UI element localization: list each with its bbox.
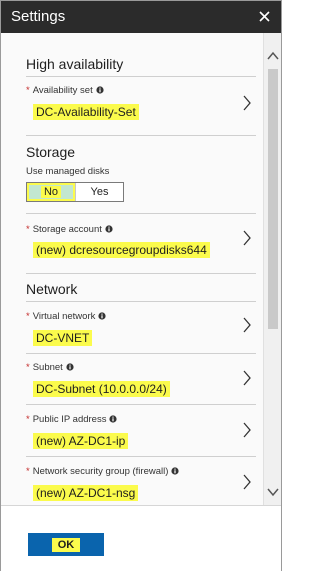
required-marker: * — [26, 311, 30, 322]
info-icon — [109, 415, 118, 426]
virtual-network-field[interactable]: * Virtual network DC-VNET — [26, 311, 258, 353]
nsg-label: * Network security group (firewall) — [26, 466, 179, 478]
chevron-right-icon — [243, 95, 251, 111]
chevron-right-icon — [243, 370, 251, 386]
required-marker: * — [26, 414, 30, 425]
public-ip-label: * Public IP address — [26, 414, 118, 426]
managed-disks-label: Use managed disks — [26, 166, 110, 177]
ok-button[interactable]: OK — [28, 533, 104, 556]
section-title-network: Network — [26, 281, 78, 297]
blade-footer: OK — [1, 505, 281, 571]
close-button[interactable] — [255, 6, 273, 26]
subnet-field[interactable]: * Subnet DC-Subnet (10.0.0.0/24) — [26, 362, 258, 404]
managed-disks-no-option[interactable]: No — [27, 183, 75, 201]
subnet-value: DC-Subnet (10.0.0.0/24) — [33, 381, 170, 397]
chevron-right-icon — [243, 317, 251, 333]
section-divider — [26, 76, 256, 77]
storage-account-value: (new) dcresourcegroupdisks644 — [33, 242, 210, 258]
managed-disks-yes-option[interactable]: Yes — [74, 183, 123, 201]
chevron-right-icon — [243, 422, 251, 438]
scrollbar-thumb[interactable] — [268, 69, 278, 329]
field-divider — [26, 213, 256, 214]
field-divider — [26, 404, 256, 405]
required-marker: * — [26, 224, 30, 235]
close-icon — [258, 10, 270, 22]
settings-blade: Settings High availability * Availability… — [0, 0, 282, 571]
blade-title: Settings — [11, 8, 66, 25]
blade-header: Settings — [1, 1, 281, 33]
availability-set-field[interactable]: * Availability set DC-Availability-Set — [26, 85, 258, 127]
field-divider — [26, 135, 256, 136]
availability-set-label: * Availability set — [26, 85, 104, 97]
section-title-high-availability: High availability — [26, 56, 124, 72]
public-ip-field[interactable]: * Public IP address (new) AZ-DC1-ip — [26, 414, 258, 456]
field-divider — [26, 273, 256, 274]
storage-account-field[interactable]: * Storage account (new) dcresourcegroupdi… — [26, 224, 258, 266]
chevron-down-icon[interactable] — [267, 487, 279, 497]
chevron-up-icon[interactable] — [267, 51, 279, 61]
settings-content: High availability * Availability set DC-A… — [1, 33, 263, 505]
storage-account-label: * Storage account — [26, 224, 113, 236]
availability-set-value: DC-Availability-Set — [33, 104, 139, 120]
nsg-field[interactable]: * Network security group (firewall) (new)… — [26, 466, 258, 505]
section-title-storage: Storage — [26, 144, 76, 160]
nsg-value: (new) AZ-DC1-nsg — [33, 485, 139, 501]
section-divider — [26, 301, 256, 302]
info-icon — [66, 363, 74, 374]
info-icon — [96, 86, 104, 97]
field-divider — [26, 456, 256, 457]
info-icon — [171, 467, 179, 478]
required-marker: * — [26, 85, 30, 96]
managed-disks-toggle[interactable]: No Yes — [26, 182, 124, 202]
info-icon — [98, 312, 106, 323]
virtual-network-value: DC-VNET — [33, 330, 93, 346]
virtual-network-label: * Virtual network — [26, 311, 106, 323]
info-icon — [105, 225, 113, 236]
vertical-scrollbar[interactable] — [263, 33, 281, 505]
required-marker: * — [26, 362, 30, 373]
required-marker: * — [26, 466, 30, 477]
chevron-right-icon — [243, 474, 251, 490]
field-divider — [26, 353, 256, 354]
chevron-right-icon — [243, 230, 251, 246]
public-ip-value: (new) AZ-DC1-ip — [33, 433, 129, 449]
subnet-label: * Subnet — [26, 362, 74, 374]
